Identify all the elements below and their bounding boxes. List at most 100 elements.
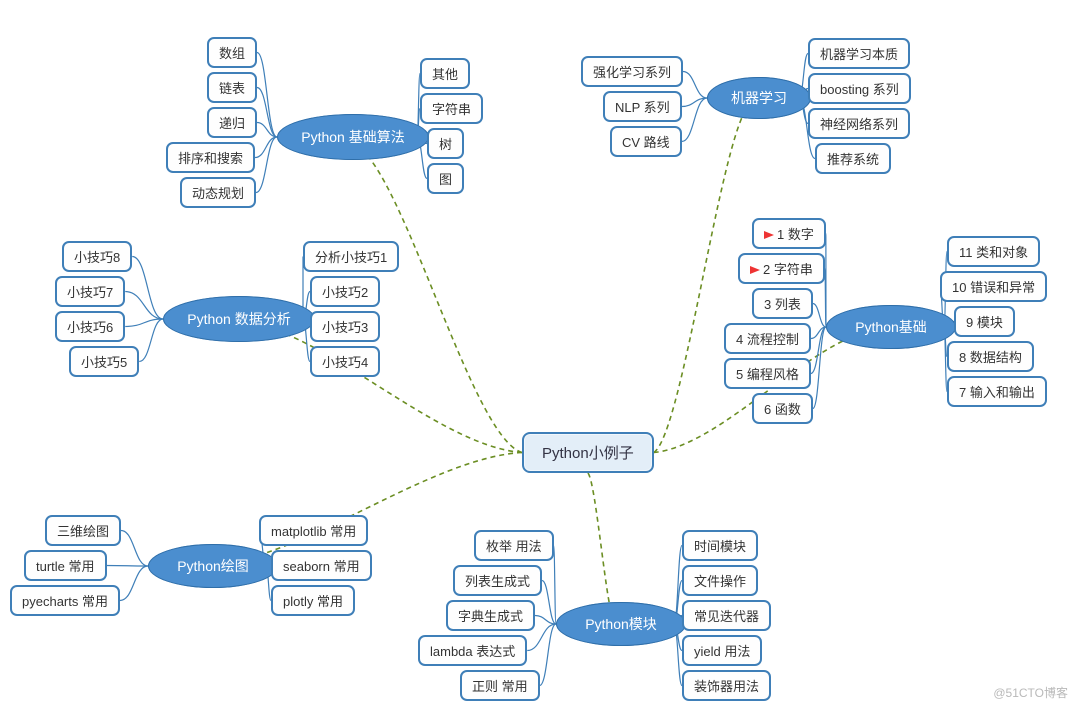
hub-data[interactable]: Python 数据分析 bbox=[163, 296, 315, 342]
leaf-label: 3 列表 bbox=[764, 297, 801, 312]
leaf-ml_r-3[interactable]: 推荐系统 bbox=[815, 143, 891, 174]
leaf-label: 动态规划 bbox=[192, 186, 244, 201]
leaf-basic_l-3[interactable]: 4 流程控制 bbox=[724, 323, 811, 354]
leaf-label: 排序和搜索 bbox=[178, 151, 243, 166]
leaf-label: 字典生成式 bbox=[458, 609, 523, 624]
leaf-basic_r-3[interactable]: 8 数据结构 bbox=[947, 341, 1034, 372]
flag-icon bbox=[764, 231, 774, 239]
leaf-plot_r-0[interactable]: matplotlib 常用 bbox=[259, 515, 368, 546]
leaf-data_r-3[interactable]: 小技巧4 bbox=[310, 346, 380, 377]
leaf-algo_r-0[interactable]: 其他 bbox=[420, 58, 470, 89]
leaf-label: matplotlib 常用 bbox=[271, 524, 356, 539]
leaf-data_r-0[interactable]: 分析小技巧1 bbox=[303, 241, 399, 272]
leaf-label: 小技巧2 bbox=[322, 285, 368, 300]
leaf-label: 文件操作 bbox=[694, 574, 746, 589]
leaf-module_l-3[interactable]: lambda 表达式 bbox=[418, 635, 527, 666]
leaf-data_l-1[interactable]: 小技巧7 bbox=[55, 276, 125, 307]
leaf-module_l-0[interactable]: 枚举 用法 bbox=[474, 530, 554, 561]
leaf-label: 6 函数 bbox=[764, 402, 801, 417]
leaf-algo_l-3[interactable]: 排序和搜索 bbox=[166, 142, 255, 173]
leaf-label: 小技巧6 bbox=[67, 320, 113, 335]
leaf-label: 列表生成式 bbox=[465, 574, 530, 589]
leaf-label: 图 bbox=[439, 172, 452, 187]
leaf-label: 常见迭代器 bbox=[694, 609, 759, 624]
leaf-basic_r-4[interactable]: 7 输入和输出 bbox=[947, 376, 1047, 407]
leaf-label: 小技巧5 bbox=[81, 355, 127, 370]
leaf-label: 1 数字 bbox=[777, 227, 814, 242]
leaf-module_r-1[interactable]: 文件操作 bbox=[682, 565, 758, 596]
leaf-plot_l-0[interactable]: 三维绘图 bbox=[45, 515, 121, 546]
leaf-module_l-2[interactable]: 字典生成式 bbox=[446, 600, 535, 631]
root-node[interactable]: Python小例子 bbox=[522, 432, 654, 473]
leaf-algo_r-2[interactable]: 树 bbox=[427, 128, 464, 159]
leaf-plot_l-1[interactable]: turtle 常用 bbox=[24, 550, 107, 581]
leaf-basic_l-5[interactable]: 6 函数 bbox=[752, 393, 813, 424]
hub-module[interactable]: Python模块 bbox=[556, 602, 686, 646]
leaf-ml_l-1[interactable]: NLP 系列 bbox=[603, 91, 682, 122]
leaf-plot_r-1[interactable]: seaborn 常用 bbox=[271, 550, 372, 581]
leaf-basic_l-2[interactable]: 3 列表 bbox=[752, 288, 813, 319]
flag-icon bbox=[750, 266, 760, 274]
connector-layer bbox=[0, 0, 1080, 711]
leaf-basic_r-1[interactable]: 10 错误和异常 bbox=[940, 271, 1047, 302]
leaf-label: 树 bbox=[439, 137, 452, 152]
leaf-label: seaborn 常用 bbox=[283, 559, 360, 574]
watermark-text: @51CTO博客 bbox=[993, 684, 1068, 701]
leaf-data_r-1[interactable]: 小技巧2 bbox=[310, 276, 380, 307]
leaf-label: 正则 常用 bbox=[472, 679, 528, 694]
leaf-label: 小技巧4 bbox=[322, 355, 368, 370]
leaf-module_r-0[interactable]: 时间模块 bbox=[682, 530, 758, 561]
leaf-plot_r-2[interactable]: plotly 常用 bbox=[271, 585, 355, 616]
leaf-label: 11 类和对象 bbox=[959, 245, 1028, 260]
leaf-label: 4 流程控制 bbox=[736, 332, 799, 347]
leaf-data_l-0[interactable]: 小技巧8 bbox=[62, 241, 132, 272]
leaf-label: 7 输入和输出 bbox=[959, 385, 1035, 400]
leaf-module_l-4[interactable]: 正则 常用 bbox=[460, 670, 540, 701]
leaf-label: 强化学习系列 bbox=[593, 65, 671, 80]
leaf-algo_l-1[interactable]: 链表 bbox=[207, 72, 257, 103]
leaf-basic_r-2[interactable]: 9 模块 bbox=[954, 306, 1015, 337]
leaf-ml_r-0[interactable]: 机器学习本质 bbox=[808, 38, 910, 69]
leaf-algo_l-2[interactable]: 递归 bbox=[207, 107, 257, 138]
leaf-label: 10 错误和异常 bbox=[952, 280, 1035, 295]
leaf-module_r-2[interactable]: 常见迭代器 bbox=[682, 600, 771, 631]
leaf-label: 递归 bbox=[219, 116, 245, 131]
leaf-data_l-2[interactable]: 小技巧6 bbox=[55, 311, 125, 342]
leaf-algo_l-4[interactable]: 动态规划 bbox=[180, 177, 256, 208]
leaf-ml_l-0[interactable]: 强化学习系列 bbox=[581, 56, 683, 87]
leaf-label: 9 模块 bbox=[966, 315, 1003, 330]
leaf-module_r-3[interactable]: yield 用法 bbox=[682, 635, 762, 666]
hub-plot[interactable]: Python绘图 bbox=[148, 544, 278, 588]
leaf-algo_r-1[interactable]: 字符串 bbox=[420, 93, 483, 124]
leaf-ml_l-2[interactable]: CV 路线 bbox=[610, 126, 682, 157]
leaf-basic_r-0[interactable]: 11 类和对象 bbox=[947, 236, 1040, 267]
leaf-label: 推荐系统 bbox=[827, 152, 879, 167]
leaf-algo_l-0[interactable]: 数组 bbox=[207, 37, 257, 68]
leaf-label: plotly 常用 bbox=[283, 594, 343, 609]
hub-basic[interactable]: Python基础 bbox=[826, 305, 956, 349]
leaf-label: yield 用法 bbox=[694, 644, 750, 659]
leaf-label: 小技巧3 bbox=[322, 320, 368, 335]
leaf-module_r-4[interactable]: 装饰器用法 bbox=[682, 670, 771, 701]
leaf-basic_l-1[interactable]: 2 字符串 bbox=[738, 253, 825, 284]
leaf-data_l-3[interactable]: 小技巧5 bbox=[69, 346, 139, 377]
leaf-ml_r-2[interactable]: 神经网络系列 bbox=[808, 108, 910, 139]
leaf-ml_r-1[interactable]: boosting 系列 bbox=[808, 73, 911, 104]
leaf-plot_l-2[interactable]: pyecharts 常用 bbox=[10, 585, 120, 616]
hub-ml[interactable]: 机器学习 bbox=[707, 77, 811, 119]
leaf-basic_l-0[interactable]: 1 数字 bbox=[752, 218, 826, 249]
leaf-label: 机器学习本质 bbox=[820, 47, 898, 62]
leaf-label: lambda 表达式 bbox=[430, 644, 515, 659]
leaf-label: pyecharts 常用 bbox=[22, 594, 108, 609]
leaf-label: NLP 系列 bbox=[615, 100, 670, 115]
leaf-data_r-2[interactable]: 小技巧3 bbox=[310, 311, 380, 342]
leaf-algo_r-3[interactable]: 图 bbox=[427, 163, 464, 194]
leaf-label: 字符串 bbox=[432, 102, 471, 117]
leaf-label: 枚举 用法 bbox=[486, 539, 542, 554]
leaf-label: 装饰器用法 bbox=[694, 679, 759, 694]
leaf-module_l-1[interactable]: 列表生成式 bbox=[453, 565, 542, 596]
leaf-label: boosting 系列 bbox=[820, 82, 899, 97]
hub-algo[interactable]: Python 基础算法 bbox=[277, 114, 429, 160]
leaf-basic_l-4[interactable]: 5 编程风格 bbox=[724, 358, 811, 389]
leaf-label: 神经网络系列 bbox=[820, 117, 898, 132]
